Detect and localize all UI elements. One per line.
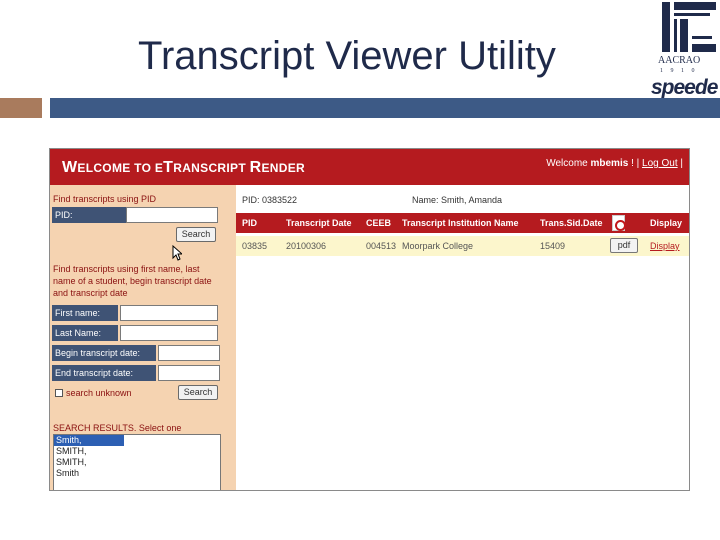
slide-title: Transcript Viewer Utility [138,34,556,78]
list-item[interactable]: SMITH, [54,457,220,468]
accent-bar-left [0,98,42,118]
find-by-name-line-2: name of a student, begin transcript date [53,276,212,286]
last-name-label: Last Name: [52,325,118,341]
welcome-user: mbemis [590,158,629,169]
pid-label: PID: [52,207,126,223]
cell-ceeb: 004513 [366,241,397,251]
find-by-name-line-3: and transcript date [53,288,128,298]
cell-institution: Moorpark College [402,241,474,251]
begin-date-label: Begin transcript date: [52,345,156,361]
transcript-table-header: PID Transcript Date CEEB Transcript Inst… [236,213,689,233]
selected-pid: PID: 0383522 [242,195,298,205]
aacrao-emblem-icon [662,2,716,52]
cell-sid: 15409 [540,241,566,251]
col-transcript-date: Transcript Date [286,218,352,228]
col-ceeb: CEEB [366,218,392,228]
pdf-button[interactable]: pdf [610,238,638,253]
search-sidebar: Find transcripts using PID PID: Search F… [50,185,236,490]
list-item[interactable]: Smith [54,468,220,479]
pdf-icon [612,215,626,231]
search-results-heading: SEARCH RESULTS. Select one [53,423,182,433]
first-name-label: First name: [52,305,118,321]
name-search-button[interactable]: Search [178,385,218,400]
list-item[interactable]: Smith, [54,435,124,446]
col-display: Display [650,218,683,228]
display-link[interactable]: Display [650,241,680,251]
cell-date: 20100306 [286,241,327,251]
col-institution: Transcript Institution Name [402,218,519,228]
logout-link[interactable]: Log Out [642,158,678,169]
logo-product: speede [651,76,718,99]
last-name-input[interactable] [120,325,218,341]
app-title: WELCOME TO ETRANSCRIPT RENDER [62,159,305,176]
col-trans-sid-date: Trans.Sid.Date [540,218,603,228]
pid-search-button[interactable]: Search [176,227,216,242]
transcript-results-panel: PID: 0383522 Name: Smith, Amanda PID Tra… [236,185,689,490]
logo-years: 1 9 1 0 [660,68,698,74]
accent-bar-right [50,98,720,118]
search-unknown-checkbox[interactable] [55,389,63,397]
first-name-input[interactable] [120,305,218,321]
begin-date-input[interactable] [158,345,220,361]
find-by-name-line-1: Find transcripts using first name, last [53,264,200,274]
find-by-pid-heading: Find transcripts using PID [53,194,157,204]
aacrao-speede-logo: AACRAO 1 9 1 0 speede [648,0,720,104]
app-header: WELCOME TO ETRANSCRIPT RENDER Welcome mb… [50,149,689,185]
mouse-cursor-icon [172,245,182,261]
pid-input[interactable] [126,207,218,223]
col-pid: PID [242,218,258,228]
logo-brand: AACRAO [658,55,701,66]
search-unknown-label: search unknown [66,388,132,398]
welcome-message: Welcome mbemis ! | Log Out | [546,158,683,169]
cell-pid: 03835 [242,241,268,251]
selected-student-name: Name: Smith, Amanda [412,195,503,205]
end-date-input[interactable] [158,365,220,381]
etranscript-app-screenshot: WELCOME TO ETRANSCRIPT RENDER Welcome mb… [49,148,690,491]
search-results-list[interactable]: Smith, SMITH, SMITH, Smith [53,434,221,490]
list-item[interactable]: SMITH, [54,446,220,457]
table-row: 03835 20100306 004513 Moorpark College 1… [236,236,689,256]
end-date-label: End transcript date: [52,365,156,381]
